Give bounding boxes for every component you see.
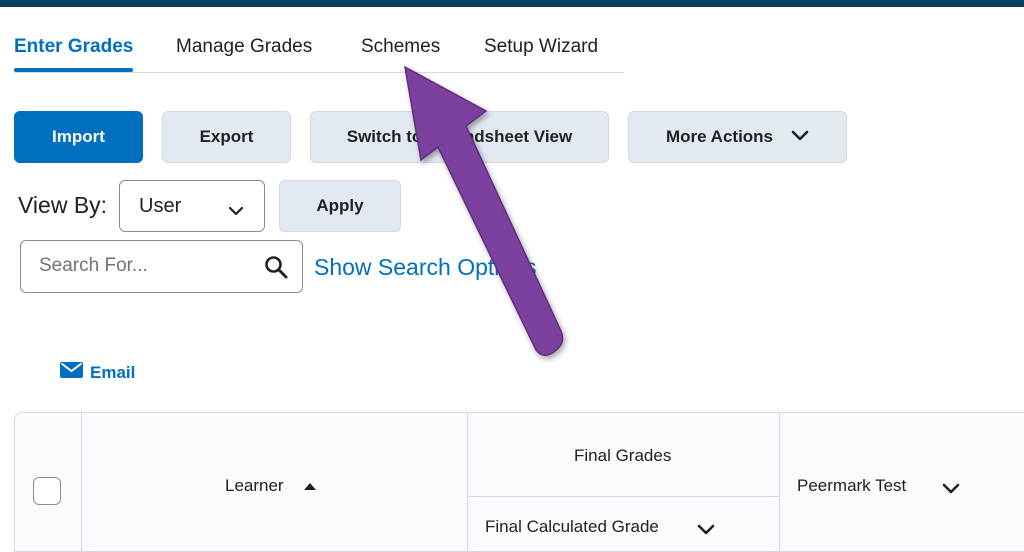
grades-tab-bar: Enter Grades Manage Grades Schemes Setup… bbox=[14, 28, 624, 73]
column-divider bbox=[467, 413, 468, 551]
switch-view-button[interactable]: Switch to Spreadsheet View bbox=[310, 111, 609, 163]
peermark-test-header[interactable]: Peermark Test bbox=[797, 476, 960, 496]
view-by-selected-value: User bbox=[139, 194, 182, 217]
search-icon[interactable] bbox=[264, 255, 288, 284]
chevron-down-icon bbox=[228, 199, 244, 222]
final-calculated-grade-label: Final Calculated Grade bbox=[485, 517, 659, 536]
envelope-icon bbox=[60, 362, 90, 383]
search-field bbox=[20, 240, 303, 293]
sort-ascending-icon bbox=[303, 482, 317, 491]
tab-setup-wizard[interactable]: Setup Wizard bbox=[484, 36, 598, 58]
more-actions-label: More Actions bbox=[665, 127, 774, 146]
apply-button[interactable]: Apply bbox=[279, 180, 401, 232]
email-label: Email bbox=[90, 362, 136, 382]
row-divider bbox=[467, 496, 779, 497]
show-search-options-link[interactable]: Show Search Options bbox=[314, 254, 536, 281]
learner-header-label: Learner bbox=[225, 476, 284, 495]
chevron-down-icon[interactable] bbox=[697, 524, 715, 536]
chevron-down-icon[interactable] bbox=[942, 483, 960, 495]
active-tab-indicator bbox=[14, 68, 133, 72]
top-bar bbox=[0, 0, 1024, 7]
view-by-select[interactable]: User bbox=[119, 180, 265, 232]
export-button[interactable]: Export bbox=[162, 111, 291, 163]
final-calculated-grade-header[interactable]: Final Calculated Grade bbox=[485, 517, 715, 537]
chevron-down-icon bbox=[791, 127, 809, 147]
search-input[interactable] bbox=[39, 255, 259, 277]
tab-enter-grades[interactable]: Enter Grades bbox=[14, 36, 133, 58]
tab-schemes[interactable]: Schemes bbox=[361, 36, 440, 58]
final-grades-header: Final Grades bbox=[574, 446, 672, 465]
select-all-checkbox[interactable] bbox=[33, 477, 61, 505]
learner-column-header[interactable]: Learner bbox=[225, 476, 317, 496]
tab-manage-grades[interactable]: Manage Grades bbox=[176, 36, 312, 58]
email-link[interactable]: Email bbox=[60, 362, 135, 383]
view-by-label: View By: bbox=[18, 192, 108, 218]
import-button[interactable]: Import bbox=[14, 111, 143, 163]
column-divider bbox=[779, 413, 780, 551]
peermark-test-label: Peermark Test bbox=[797, 476, 907, 495]
more-actions-button[interactable]: More Actions bbox=[628, 111, 847, 163]
grades-table-header: Learner Final Grades Final Calculated Gr… bbox=[14, 412, 1024, 552]
column-divider bbox=[81, 413, 82, 551]
